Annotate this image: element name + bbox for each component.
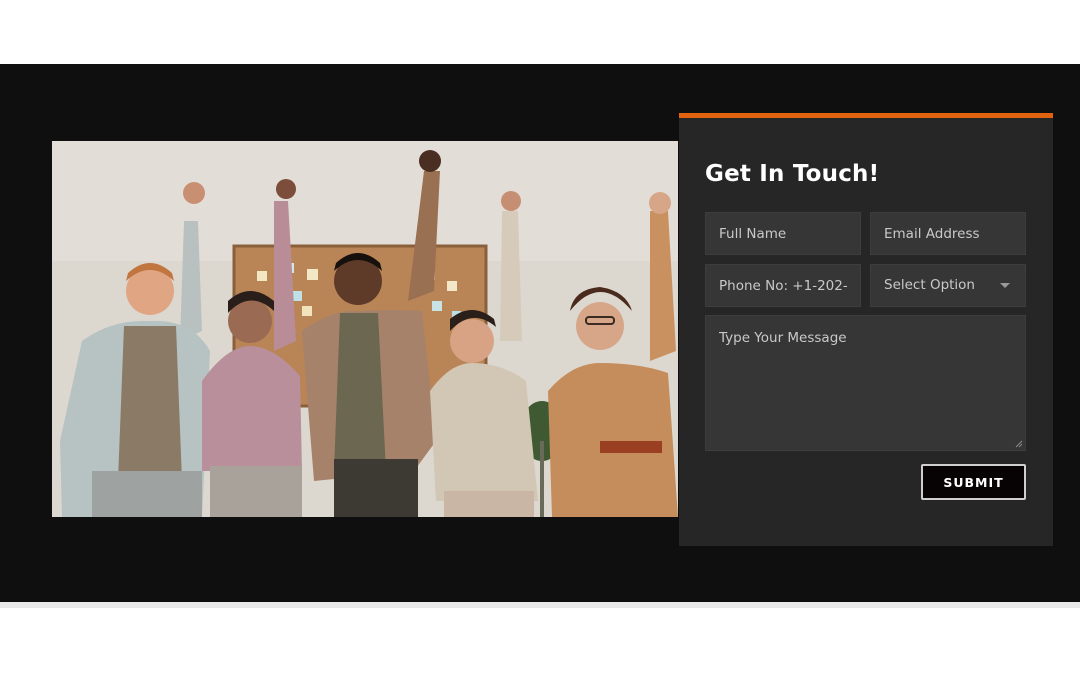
submit-button[interactable]: SUBMIT	[921, 464, 1026, 500]
phone-input[interactable]	[719, 277, 847, 294]
full-name-field[interactable]	[705, 212, 861, 255]
chevron-down-icon	[1000, 283, 1010, 288]
option-select[interactable]: Select Option	[870, 264, 1026, 307]
bottom-spacer	[0, 608, 1080, 675]
form-title: Get In Touch!	[705, 161, 880, 187]
message-field[interactable]	[705, 315, 1026, 451]
team-celebration-photo	[52, 141, 678, 517]
card-accent-bar	[679, 113, 1053, 118]
option-select-value: Select Option	[884, 276, 975, 293]
full-name-input[interactable]	[719, 225, 847, 242]
phone-field[interactable]	[705, 264, 861, 307]
contact-form-card: Get In Touch! Select Option SUBMIT	[679, 113, 1053, 546]
email-input[interactable]	[884, 225, 1012, 242]
top-spacer	[0, 0, 1080, 64]
message-textarea[interactable]	[719, 330, 1012, 450]
resize-grip-icon[interactable]	[1015, 440, 1023, 448]
email-field[interactable]	[870, 212, 1026, 255]
